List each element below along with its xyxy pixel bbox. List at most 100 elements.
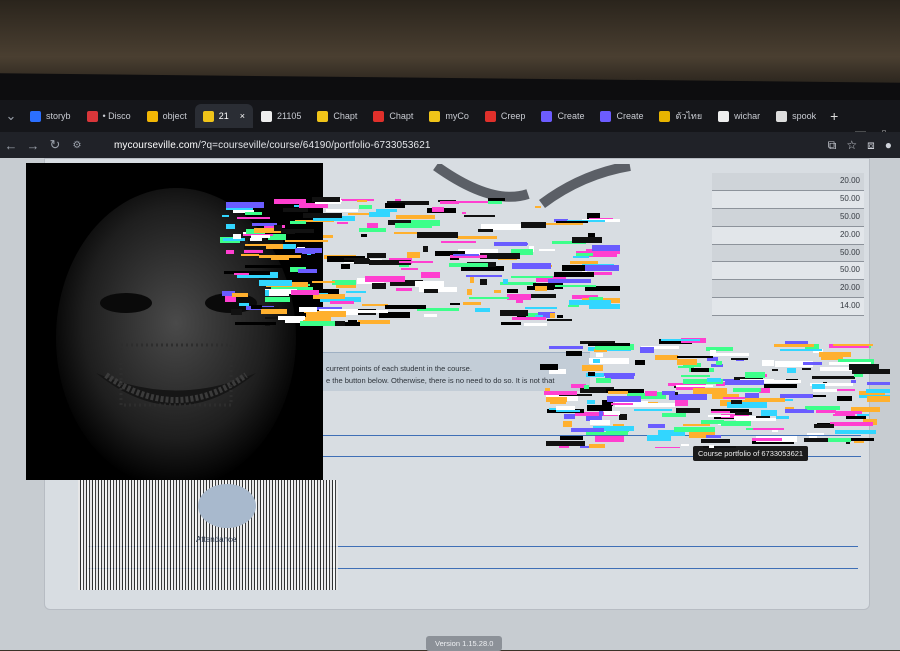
glitch-bar (604, 411, 620, 415)
browser-tab[interactable]: Chapt (365, 104, 421, 128)
glitch-bar (596, 353, 603, 357)
info-line-2: e the button below. Otherwise, there is … (326, 376, 555, 385)
glitch-bar (584, 385, 589, 389)
glitch-bar (595, 436, 624, 442)
glitch-bar (507, 294, 531, 300)
glitch-bar (677, 356, 713, 358)
glitch-bar (470, 277, 474, 283)
tab-list-chevron-icon[interactable]: ⌄ (0, 108, 22, 124)
tab-close-icon[interactable]: × (240, 111, 245, 121)
profile-icon[interactable]: ● (885, 138, 892, 153)
glitch-bar (261, 309, 287, 314)
glitch-bar (286, 232, 295, 234)
attendance-label[interactable]: Attendance (196, 535, 236, 544)
glitch-bar (725, 380, 764, 385)
glitch-bar (369, 212, 390, 217)
glitch-bar (235, 322, 276, 325)
glitch-bar (359, 228, 386, 232)
forward-icon[interactable]: → (22, 138, 44, 153)
glitch-bar (787, 368, 796, 373)
extensions-icon[interactable]: ⧈ (867, 138, 875, 153)
address-bar[interactable]: mycourseville.com/?q=courseville/course/… (114, 140, 431, 151)
glitch-bar (299, 307, 317, 312)
glitch-bar (675, 400, 688, 406)
back-icon[interactable]: ← (0, 138, 22, 153)
glitch-bar (341, 264, 350, 269)
glitch-bar (661, 339, 700, 341)
browser-tab[interactable]: myCo (421, 104, 477, 128)
attendance-icon[interactable] (198, 484, 256, 528)
discord-icon (86, 110, 98, 122)
glitch-bar (644, 403, 675, 407)
score-cell: 20.00 (712, 226, 864, 245)
glitch-artifact (220, 196, 620, 326)
glitch-bar (721, 421, 751, 426)
glitch-bar (302, 252, 315, 254)
glitch-bar (298, 269, 317, 273)
glitch-bar (231, 309, 242, 315)
glitch-bar (828, 438, 851, 442)
glitch-bar (524, 323, 547, 326)
browser-tab[interactable]: Create (592, 104, 651, 128)
glitch-bar (361, 234, 367, 237)
glitch-bar (814, 424, 834, 428)
glitch-bar (819, 352, 851, 357)
glitch-bar (232, 293, 248, 297)
browser-tab[interactable]: storyb (22, 104, 79, 128)
glitch-bar (239, 303, 249, 306)
site-settings-icon[interactable]: ⚙ (66, 140, 88, 151)
pdf-icon (373, 110, 385, 122)
score-cell: 20.00 (712, 280, 864, 299)
glitch-bar (547, 319, 572, 321)
glitch-bar (432, 207, 444, 212)
install-app-icon[interactable]: ⧉ (828, 138, 837, 153)
browser-tab[interactable]: Creep (477, 104, 534, 128)
reload-icon[interactable]: ↻ (44, 137, 66, 153)
glitch-bar (399, 261, 433, 263)
glitch-bar (573, 256, 589, 258)
score-cell: 50.00 (712, 190, 864, 209)
glitch-bar (833, 414, 855, 416)
glitch-bar (463, 302, 481, 305)
glitch-bar (745, 372, 765, 378)
glitch-bar (500, 310, 528, 316)
create-icon (541, 110, 553, 122)
tab-label: Create (616, 111, 644, 121)
tab-label: Chapt (389, 111, 414, 121)
browser-tab[interactable]: object (139, 104, 195, 128)
glitch-bar (835, 430, 876, 434)
glitch-bar (346, 310, 388, 313)
glitch-bar (587, 400, 595, 404)
glitch-bar (539, 249, 555, 251)
browser-tab[interactable]: ตัวไทย (651, 104, 710, 128)
portfolio-tooltip: Course portfolio of 6733053621 (693, 446, 809, 461)
browser-tab[interactable]: spook (768, 104, 824, 128)
glitch-bar (358, 320, 390, 324)
glitch-bar (503, 279, 508, 284)
glitch-bar (588, 233, 595, 237)
browser-tab[interactable]: • Disco (79, 104, 139, 128)
glitch-bar (676, 385, 713, 387)
browser-tab[interactable]: 21 × (194, 104, 253, 128)
glitch-bar (708, 415, 730, 417)
browser-tab[interactable]: wichar (710, 104, 768, 128)
tab-label: spook (792, 111, 817, 121)
glitch-bar (250, 238, 262, 241)
glitch-bar (593, 359, 600, 363)
browser-tab[interactable]: 21105 (253, 104, 309, 128)
glitch-bar (525, 307, 557, 309)
browser-tab[interactable]: Chapt (309, 104, 365, 128)
browser-tab[interactable]: Create (533, 104, 592, 128)
glitch-bar (596, 378, 611, 383)
glitch-bar (662, 413, 686, 417)
glitch-bar (662, 391, 675, 395)
new-tab-button[interactable]: + (830, 108, 838, 124)
glitch-bar (813, 389, 837, 392)
glitch-bar (655, 355, 678, 360)
glitch-bar (501, 322, 521, 325)
score-column: 20.00 50.00 50.00 20.00 50.00 50.00 20.00 14.00 (712, 173, 864, 317)
glitch-bar (535, 206, 541, 208)
bookmark-star-icon[interactable]: ☆ (846, 138, 857, 153)
glitch-bar (703, 446, 736, 448)
glitch-bar (607, 396, 641, 402)
